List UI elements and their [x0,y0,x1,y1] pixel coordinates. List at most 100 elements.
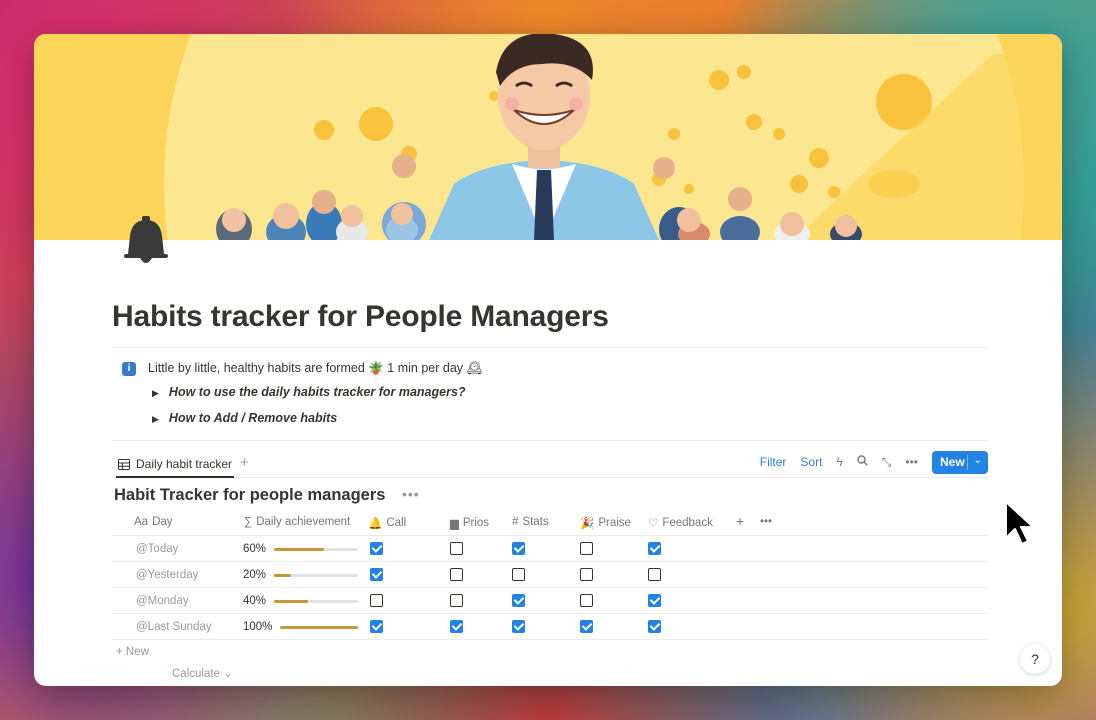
calculate-button[interactable]: Calculate ⌄ [172,666,233,680]
checkbox-feedback[interactable] [648,620,661,633]
info-icon: i [122,362,136,376]
progress-fill [274,548,325,551]
achievement-progress-bar [274,574,358,577]
achievement-percent: 20% [243,569,267,581]
cover-illustration [34,34,1062,240]
column-header-praise[interactable]: 🎉 Praise [580,516,631,530]
column-header-feedback[interactable]: ♡ Feedback [648,516,713,530]
column-label: Stats [522,516,549,528]
achievement-progress-bar [274,600,358,603]
checkbox-praise[interactable] [580,594,593,607]
expand-icon[interactable]: ⤡ [882,455,892,470]
achievement-progress-bar [280,626,358,629]
checkbox-call[interactable] [370,594,383,607]
page-cover[interactable] [34,34,1062,240]
column-header-stats[interactable]: # Stats [512,516,549,528]
hash-icon: # [512,516,519,528]
toggle-label: How to use the daily habits tracker for … [168,385,466,399]
add-row-button[interactable]: + New [116,646,149,658]
page-title[interactable]: Habits tracker for People Managers [112,300,609,334]
table-row[interactable]: @Last Sunday 100% [112,614,988,640]
table-row[interactable]: @Today 60% [112,536,988,562]
checkbox-call[interactable] [370,620,383,633]
callout-block[interactable]: i Little by little, healthy habits are f… [112,347,988,441]
checkbox-feedback[interactable] [648,542,661,555]
new-button-divider [967,454,968,470]
checkbox-prios[interactable] [450,542,463,555]
checkbox-praise[interactable] [580,568,593,581]
checkbox-stats[interactable] [512,594,525,607]
checkbox-prios[interactable] [450,594,463,607]
toggle-add-remove[interactable]: ▶ How to Add / Remove habits [152,411,337,425]
checkbox-prios[interactable] [450,620,463,633]
column-header-day[interactable]: Aa Day [134,516,173,528]
bell-small-icon: 🔔 [368,518,383,530]
help-button[interactable]: ? [1020,644,1050,674]
column-label: Praise [598,517,631,529]
toggle-arrow-icon[interactable]: ▶ [152,388,159,398]
database-title[interactable]: Habit Tracker for people managers [114,486,385,505]
progress-fill [274,574,291,577]
view-toolbar: Filter Sort ϟ ⤡ ••• New ⌄ [760,450,988,474]
habit-table: Aa Day ∑ Daily achievement 🔔 Call ▆ Prio… [112,510,988,640]
column-label: Day [152,516,173,528]
checkbox-stats[interactable] [512,568,525,581]
folder-icon: ▆ [450,518,459,530]
table-header-row: Aa Day ∑ Daily achievement 🔔 Call ▆ Prio… [112,510,988,536]
checkbox-feedback[interactable] [648,568,661,581]
formula-icon: ∑ [244,516,253,528]
text-property-icon: Aa [134,516,149,528]
bell-icon[interactable] [118,214,174,266]
progress-fill [280,626,358,629]
day-mention[interactable]: @Today [136,543,178,555]
add-property-icon[interactable]: + [736,513,744,529]
notion-window: Habits tracker for People Managers i Lit… [34,34,1062,686]
database-view-bar: Daily habit tracker + Filter Sort ϟ ⤡ ••… [112,450,988,478]
table-row[interactable]: @Monday 40% [112,588,988,614]
day-mention[interactable]: @Monday [136,595,189,607]
add-view-icon[interactable]: + [240,454,249,471]
search-icon[interactable] [857,455,868,469]
day-mention[interactable]: @Yesterday [136,569,198,581]
new-button-label: New [940,455,965,469]
column-label: Feedback [662,517,713,529]
toggle-how-to-use[interactable]: ▶ How to use the daily habits tracker for… [152,385,466,399]
mouse-cursor-icon [1005,501,1034,545]
new-record-button[interactable]: New ⌄ [932,450,988,474]
column-label: Prios [462,517,490,529]
callout-text: Little by little, healthy habits are for… [148,361,483,375]
achievement-percent: 40% [243,595,267,607]
tab-label: Daily habit tracker [136,457,233,471]
checkbox-praise[interactable] [580,542,593,555]
toggle-label: How to Add / Remove habits [168,411,338,425]
checkbox-prios[interactable] [450,568,463,581]
column-header-prios[interactable]: ▆ Prios [450,516,489,530]
day-mention[interactable]: @Last Sunday [136,621,212,633]
column-header-call[interactable]: 🔔 Call [368,516,406,530]
header-more-icon[interactable]: ••• [760,516,772,528]
heart-icon: ♡ [648,518,659,530]
checkbox-feedback[interactable] [648,594,661,607]
table-body: @Today 60% @Yesterday 20% @Monday 40% @Last Su… [112,536,988,640]
more-icon[interactable]: ••• [905,455,918,469]
checkbox-call[interactable] [370,542,383,555]
column-label: Call [386,517,407,529]
toggle-arrow-icon[interactable]: ▶ [152,414,159,424]
column-header-achievement[interactable]: ∑ Daily achievement [244,516,350,528]
filter-button[interactable]: Filter [760,455,787,469]
chevron-down-icon[interactable]: ⌄ [974,455,982,466]
sort-button[interactable]: Sort [800,455,822,469]
achievement-percent: 100% [243,621,273,633]
checkbox-praise[interactable] [580,620,593,633]
lightning-icon[interactable]: ϟ [836,455,842,469]
column-label: Daily achievement [256,516,351,528]
table-icon [118,458,130,470]
checkbox-stats[interactable] [512,620,525,633]
checkbox-call[interactable] [370,568,383,581]
progress-fill [274,600,308,603]
party-icon: 🎉 [580,518,595,530]
database-more-icon[interactable]: ••• [402,486,420,502]
table-row[interactable]: @Yesterday 20% [112,562,988,588]
checkbox-stats[interactable] [512,542,525,555]
tab-daily-habit-tracker[interactable]: Daily habit tracker [116,452,235,478]
